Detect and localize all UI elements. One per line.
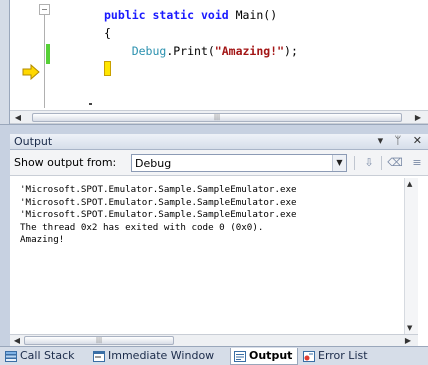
clear-all-icon[interactable]: ⌫ xyxy=(386,154,404,172)
editor-horizontal-scrollbar[interactable]: ◀ ||| ▶ xyxy=(10,110,428,124)
output-icon xyxy=(234,351,246,362)
editor-frame-edge xyxy=(0,0,10,132)
toolbar-separator xyxy=(381,156,382,170)
tab-label: Output xyxy=(249,349,293,362)
output-line: 'Microsoft.SPOT.Emulator.Sample.SampleEm… xyxy=(20,184,297,195)
scroll-left-icon[interactable]: ◀ xyxy=(12,113,24,122)
scroll-up-icon[interactable]: ▲ xyxy=(407,180,412,188)
code-line-close-brace xyxy=(104,60,298,78)
toolbar-separator xyxy=(354,156,355,170)
output-title-bar[interactable]: Output ▾ ᛘ ✕ xyxy=(10,134,428,150)
tool-window-tabs: Call Stack Immediate Window Output Error… xyxy=(0,346,428,365)
output-vertical-scrollbar[interactable]: ▲ ▼ xyxy=(404,178,418,334)
output-line: Amazing! xyxy=(20,234,65,246)
scroll-right-icon[interactable]: ▶ xyxy=(402,336,414,345)
grip-icon: ||| xyxy=(213,114,221,121)
call-stack-icon xyxy=(5,351,17,362)
output-title: Output xyxy=(14,135,53,148)
output-line: The thread 0x2 has exited with code 0 (0… xyxy=(20,221,264,233)
tab-immediate-window[interactable]: Immediate Window xyxy=(90,348,228,365)
output-toolbar: Show output from: Debug ▼ ⇩ ⌫ ≡ xyxy=(10,150,428,176)
error-list-icon xyxy=(303,351,315,362)
output-horizontal-scrollbar[interactable]: ◀ ||| ▶ xyxy=(10,334,418,346)
tab-label: Immediate Window xyxy=(108,349,215,362)
collapse-toggle-icon[interactable] xyxy=(39,4,50,15)
pane-splitter[interactable] xyxy=(0,124,428,134)
word-wrap-icon[interactable]: ≡ xyxy=(408,154,426,172)
current-statement-highlight xyxy=(104,61,111,76)
close-icon[interactable]: ✕ xyxy=(413,134,422,147)
title-bar-buttons: ▾ ᛘ ✕ xyxy=(370,134,422,147)
scroll-left-icon[interactable]: ◀ xyxy=(11,336,23,345)
change-tracking-bar xyxy=(46,44,50,64)
code-text[interactable]: public static void Main() { Debug.Print("… xyxy=(104,6,298,78)
execution-pointer-icon xyxy=(22,64,40,80)
tab-error-list[interactable]: Error List xyxy=(300,348,378,365)
window-position-dropdown-icon[interactable]: ▾ xyxy=(378,134,384,147)
tab-label: Error List xyxy=(318,349,368,362)
find-message-in-code-icon[interactable]: ⇩ xyxy=(360,154,378,172)
output-window: Output ▾ ᛘ ✕ Show output from: Debug ▼ ⇩… xyxy=(0,134,428,365)
output-source-value: Debug xyxy=(135,157,172,170)
tab-call-stack[interactable]: Call Stack xyxy=(2,348,88,365)
output-text-area[interactable]: 'Microsoft.SPOT.Emulator.Sample.SampleEm… xyxy=(20,184,398,247)
scroll-right-icon[interactable]: ▶ xyxy=(412,113,424,122)
text-marker xyxy=(89,103,92,105)
code-line-print: Debug.Print("Amazing!"); xyxy=(131,44,298,58)
output-scroll-thumb[interactable]: ||| xyxy=(24,336,174,345)
code-line-signature: public static void Main() xyxy=(104,8,278,22)
editor-scroll-thumb[interactable]: ||| xyxy=(32,113,402,122)
auto-hide-pin-icon[interactable]: ᛘ xyxy=(395,134,402,147)
tab-output[interactable]: Output xyxy=(230,348,298,365)
output-line: 'Microsoft.SPOT.Emulator.Sample.SampleEm… xyxy=(20,209,297,221)
chevron-down-icon[interactable]: ▼ xyxy=(332,155,346,171)
editor-margin[interactable] xyxy=(10,0,52,118)
code-line-open-brace: { xyxy=(104,26,111,40)
output-line: 'Microsoft.SPOT.Emulator.Sample.SampleEm… xyxy=(20,196,297,208)
outlining-line xyxy=(44,4,45,108)
scroll-down-icon[interactable]: ▼ xyxy=(407,324,412,332)
tab-label: Call Stack xyxy=(20,349,75,362)
grip-icon: ||| xyxy=(95,337,103,344)
immediate-window-icon xyxy=(93,351,105,362)
output-source-select[interactable]: Debug ▼ xyxy=(131,154,347,172)
show-output-from-label: Show output from: xyxy=(14,156,117,169)
